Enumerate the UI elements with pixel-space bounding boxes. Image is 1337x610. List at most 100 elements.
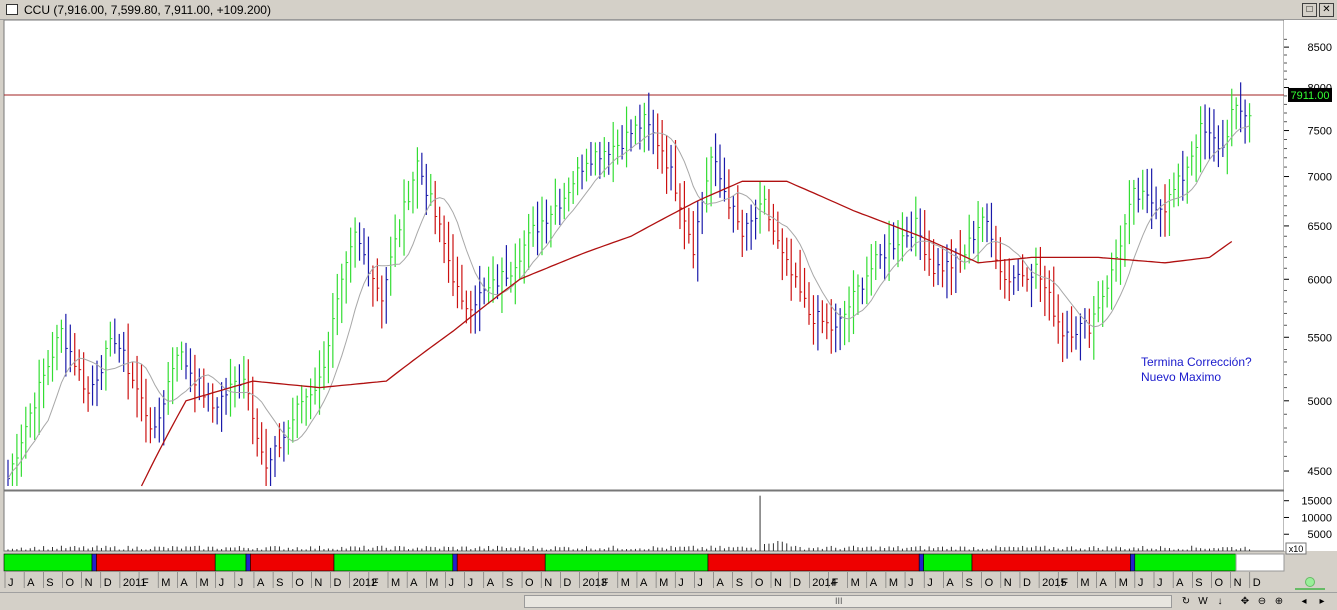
svg-text:x10: x10 xyxy=(1289,544,1304,554)
zoom-out-icon[interactable]: ⊖ xyxy=(1255,595,1269,609)
volume-tick-label: 10000 xyxy=(1301,512,1332,524)
month-label: A xyxy=(410,577,418,589)
move-icon[interactable]: ✥ xyxy=(1238,595,1252,609)
month-label: M xyxy=(889,577,898,589)
month-label: D xyxy=(793,577,801,589)
timeline-segment xyxy=(544,553,709,572)
month-label: O xyxy=(525,577,534,589)
timeline-segment xyxy=(91,553,97,572)
scroll-left-icon[interactable]: ◂ xyxy=(1297,595,1311,609)
month-label: J xyxy=(1138,577,1144,589)
month-label: S xyxy=(966,577,973,589)
down-arrow-icon[interactable]: ↓ xyxy=(1213,595,1227,609)
timeline-segment xyxy=(918,553,924,572)
svg-text:7911.00: 7911.00 xyxy=(1291,90,1330,102)
horizontal-scrollbar[interactable]: III xyxy=(524,595,1172,608)
month-label: S xyxy=(506,577,513,589)
month-label: M xyxy=(851,577,860,589)
volume-unit-label: x10 xyxy=(1285,542,1307,555)
month-label: F xyxy=(602,577,609,589)
timeline-segment xyxy=(1134,553,1237,572)
month-label: N xyxy=(1004,577,1012,589)
annotation-line-1: Termina Corrección? xyxy=(1141,355,1252,369)
month-label: N xyxy=(314,577,322,589)
timeline-segment xyxy=(245,553,251,572)
window-title: CCU (7,916.00, 7,599.80, 7,911.00, +109.… xyxy=(24,3,271,17)
month-label: O xyxy=(295,577,304,589)
refresh-icon[interactable]: ↻ xyxy=(1179,595,1193,609)
month-label: F xyxy=(142,577,149,589)
price-tick-label: 8500 xyxy=(1308,42,1332,54)
timeline-segment xyxy=(456,553,546,572)
month-label: D xyxy=(1253,577,1261,589)
restore-button[interactable]: □ xyxy=(1302,3,1317,17)
statusbar: III ↻ W ↓ ✥ ⊖ ⊕ ◂ ▸ xyxy=(0,592,1337,610)
month-label: M xyxy=(1119,577,1128,589)
month-label: S xyxy=(46,577,53,589)
price-tick-label: 7000 xyxy=(1308,172,1332,184)
timeline-segment xyxy=(250,553,335,572)
month-label: N xyxy=(85,577,93,589)
timeline-empty xyxy=(1235,553,1285,572)
window-titlebar: CCU (7,916.00, 7,599.80, 7,911.00, +109.… xyxy=(0,0,1337,20)
timeline-segment xyxy=(971,553,1131,572)
timeline-segment xyxy=(214,553,247,572)
month-label: J xyxy=(238,577,244,589)
month-label: A xyxy=(27,577,35,589)
month-label: J xyxy=(927,577,933,589)
month-label: S xyxy=(276,577,283,589)
month-label: D xyxy=(334,577,342,589)
month-label: N xyxy=(544,577,552,589)
month-label: O xyxy=(1214,577,1223,589)
volume-tick-label: 15000 xyxy=(1301,496,1332,508)
price-chart-area[interactable]: 850080007500700065006000550050004500 150… xyxy=(0,20,1337,592)
month-label: O xyxy=(985,577,994,589)
weekly-button[interactable]: W xyxy=(1196,595,1210,609)
month-labels: J A S O N D 2011F M A M J J A S O N D 2012F M A M J J A S O N D 2013… xyxy=(4,572,1261,589)
month-label: J xyxy=(219,577,225,589)
month-label: A xyxy=(946,577,954,589)
month-label: M xyxy=(429,577,438,589)
month-label: J xyxy=(678,577,684,589)
month-label: F xyxy=(372,577,379,589)
price-tick-label: 6000 xyxy=(1308,274,1332,286)
month-label: N xyxy=(774,577,782,589)
month-label: J xyxy=(8,577,14,589)
month-label: S xyxy=(736,577,743,589)
price-tick-label: 4500 xyxy=(1308,466,1332,478)
month-label: A xyxy=(1176,577,1184,589)
timeline-segment xyxy=(1130,553,1136,572)
timeline-segment xyxy=(333,553,454,572)
month-label: M xyxy=(391,577,400,589)
month-label: J xyxy=(908,577,914,589)
scroll-right-icon[interactable]: ▸ xyxy=(1315,595,1329,609)
volume-tick-label: 5000 xyxy=(1308,529,1332,541)
month-label: S xyxy=(1195,577,1202,589)
month-label: J xyxy=(697,577,703,589)
month-label: D xyxy=(563,577,571,589)
month-label: A xyxy=(180,577,188,589)
month-label: A xyxy=(640,577,648,589)
month-label: J xyxy=(448,577,454,589)
month-label: A xyxy=(487,577,495,589)
window-icon xyxy=(6,4,18,15)
timeline-segment xyxy=(96,553,216,572)
month-label: M xyxy=(659,577,668,589)
timeline-segment xyxy=(707,553,920,572)
month-label: N xyxy=(1234,577,1242,589)
month-label: M xyxy=(621,577,630,589)
close-button[interactable]: ✕ xyxy=(1319,3,1334,17)
month-label: D xyxy=(1023,577,1031,589)
price-tick-label: 7500 xyxy=(1308,126,1332,138)
volume-panel xyxy=(4,491,1284,551)
month-label: F xyxy=(831,577,838,589)
price-panel xyxy=(4,20,1284,490)
zoom-in-icon[interactable]: ⊕ xyxy=(1272,595,1286,609)
month-label: J xyxy=(468,577,474,589)
month-label: D xyxy=(104,577,112,589)
month-label: A xyxy=(257,577,265,589)
month-label: M xyxy=(200,577,209,589)
month-label: M xyxy=(1080,577,1089,589)
cycle-timeline xyxy=(3,553,1285,572)
price-tick-label: 5000 xyxy=(1308,396,1332,408)
